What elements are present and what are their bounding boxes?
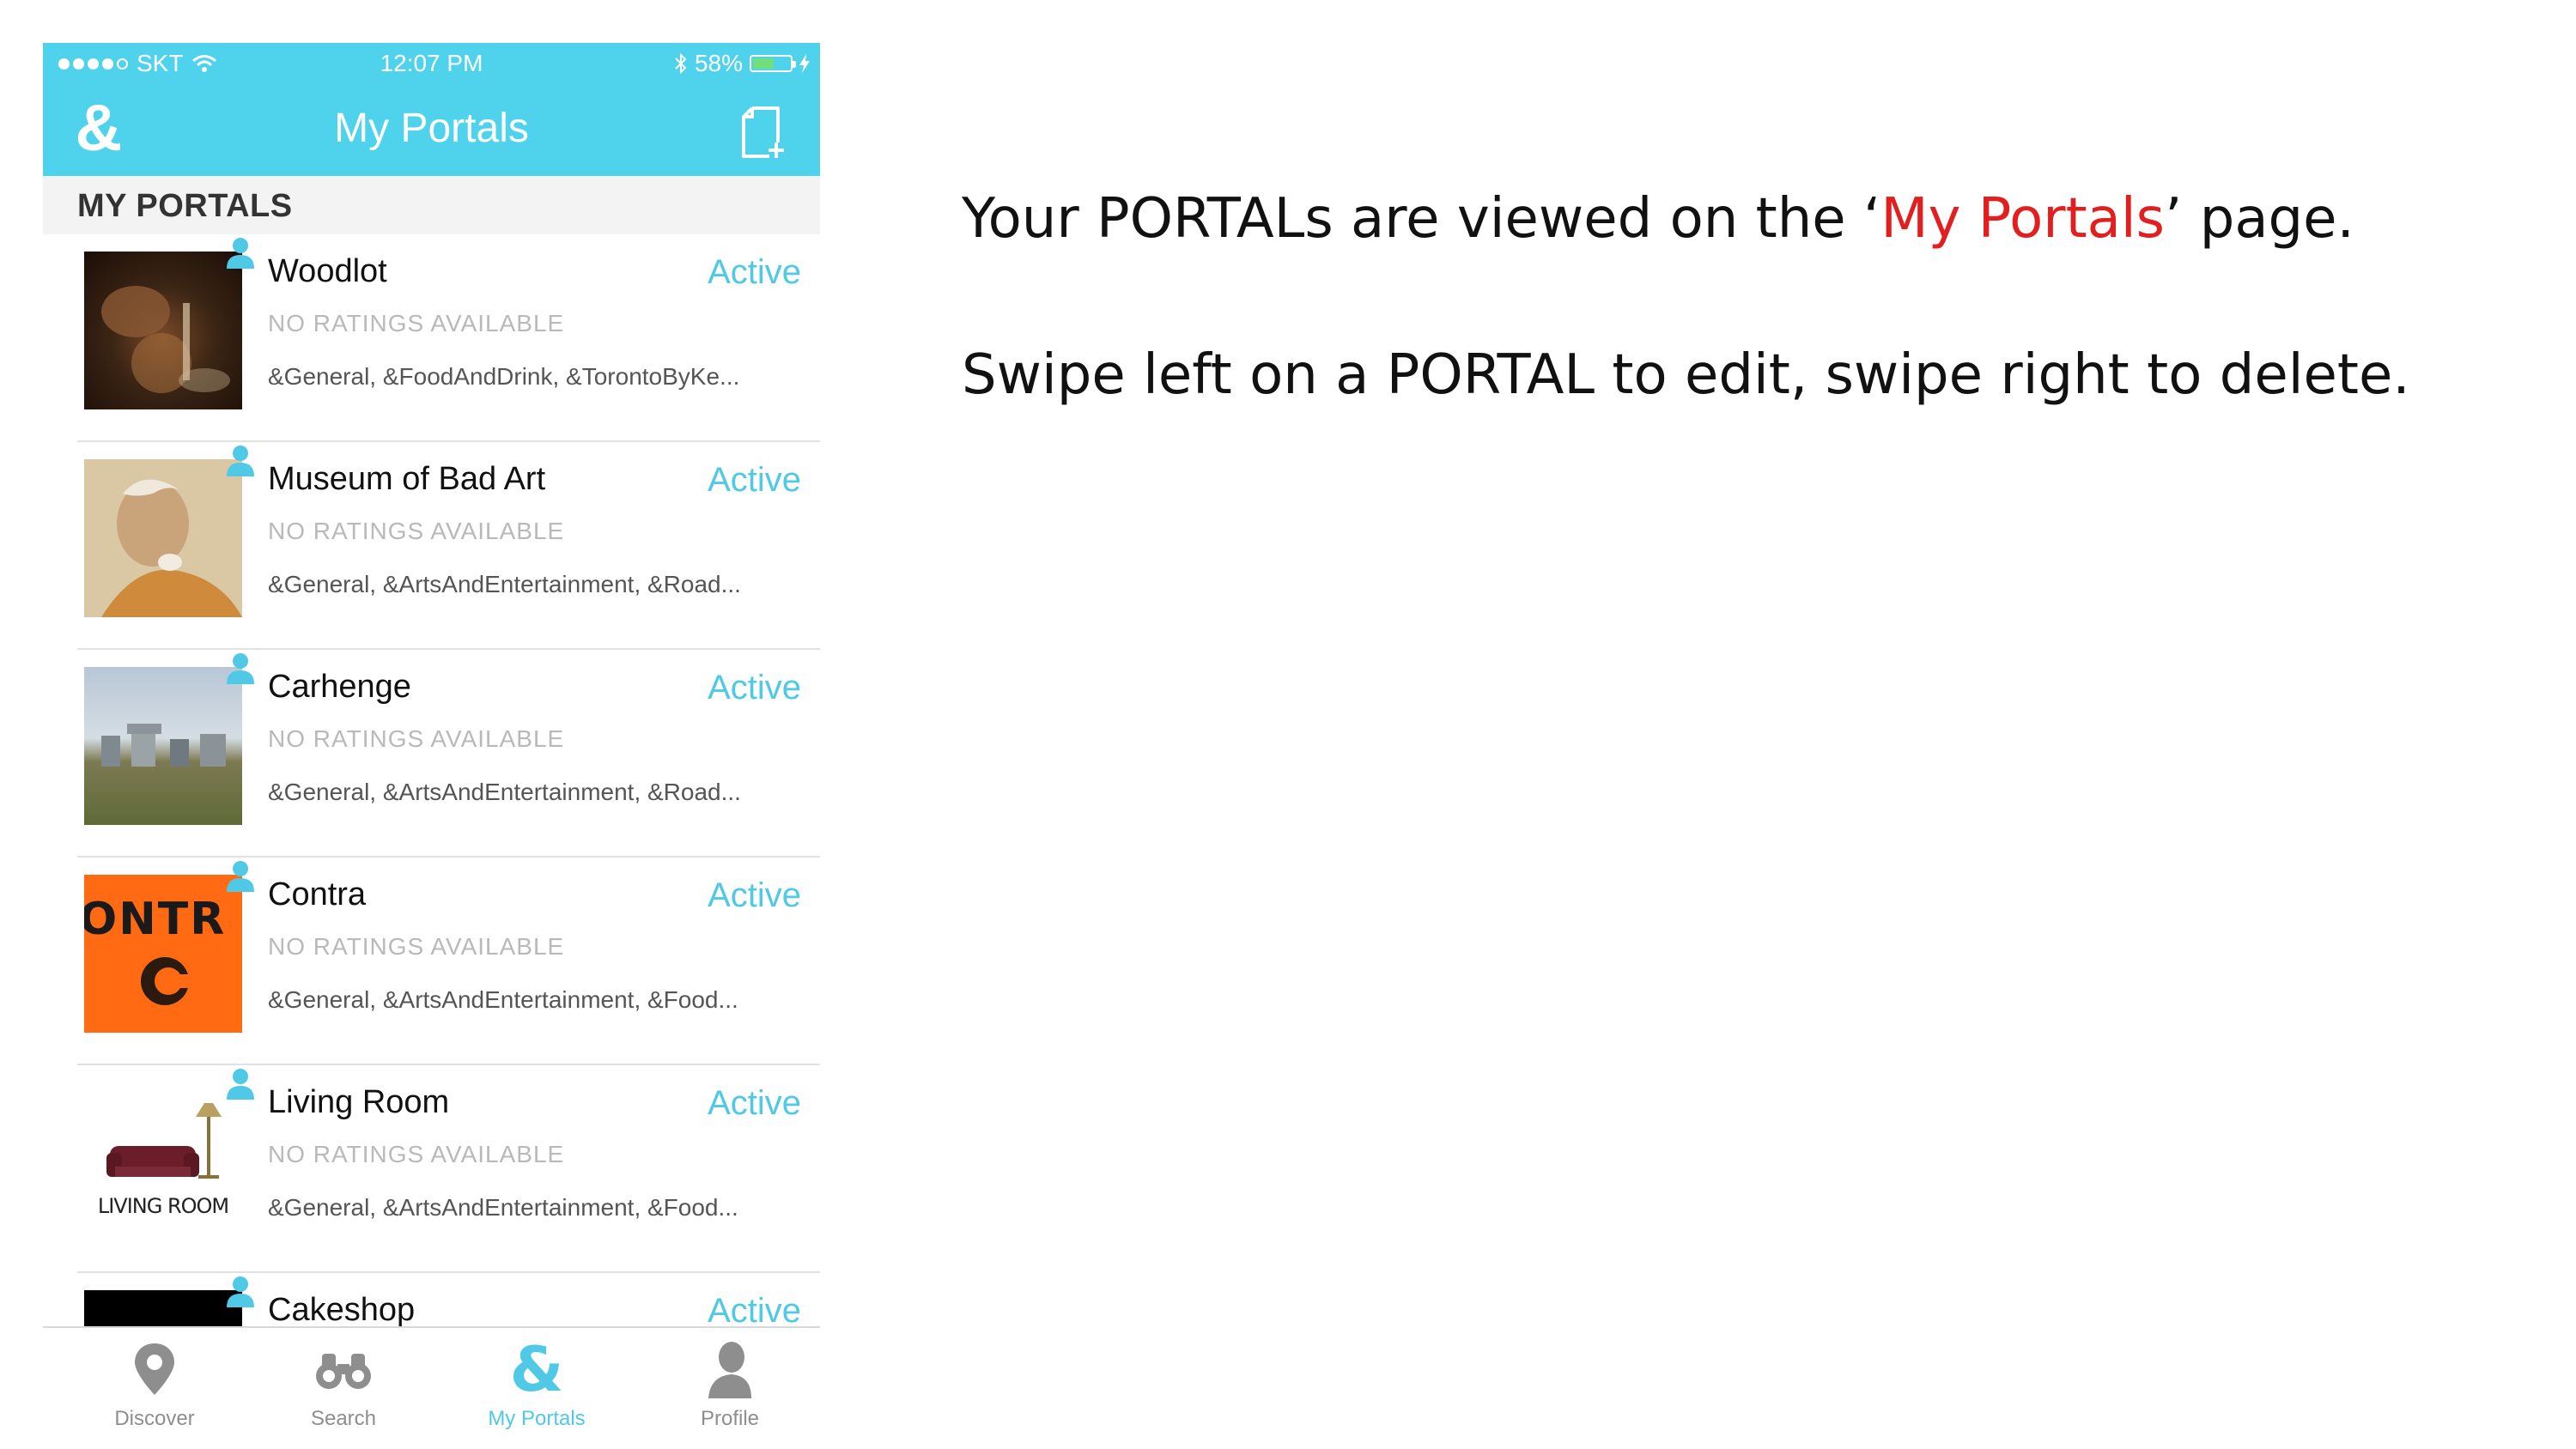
portal-row-carhenge[interactable]: Carhenge Active NO RATINGS AVAILABLE &Ge… bbox=[43, 650, 820, 858]
contra-c-logo-icon bbox=[141, 957, 192, 1005]
phone-screenshot: SKT 12:07 PM 58% & My Portals MY PORTALS… bbox=[43, 43, 820, 1449]
status-bar: SKT 12:07 PM 58% bbox=[43, 43, 820, 86]
page-title: My Portals bbox=[334, 106, 529, 151]
portal-thumbnail bbox=[84, 459, 242, 617]
section-header: MY PORTALS bbox=[43, 176, 820, 234]
owner-person-icon bbox=[227, 861, 254, 892]
portal-rating: NO RATINGS AVAILABLE bbox=[268, 1141, 565, 1167]
portal-row-museum-of-bad-art[interactable]: Museum of Bad Art Active NO RATINGS AVAI… bbox=[43, 442, 820, 650]
living-room-logo-text: LIVING ROOM bbox=[97, 1194, 229, 1218]
portal-thumbnail: LIVING ROOM bbox=[84, 1082, 242, 1240]
battery-percent: 58% bbox=[694, 50, 743, 76]
caption-highlight: My Portals bbox=[1880, 187, 2165, 251]
portal-title: Contra bbox=[268, 876, 367, 912]
tab-profile[interactable]: Profile bbox=[644, 1338, 816, 1441]
portal-rating: NO RATINGS AVAILABLE bbox=[268, 725, 565, 752]
portal-thumbnail bbox=[84, 252, 242, 409]
portal-title: Cakeshop bbox=[268, 1292, 416, 1328]
portal-title: Carhenge bbox=[268, 669, 411, 705]
owner-person-icon bbox=[227, 238, 254, 269]
tab-my-portals[interactable]: & My Portals bbox=[451, 1338, 623, 1441]
portal-row-contra[interactable]: ONTR Contra Active NO RATINGS AVAILABLE … bbox=[43, 858, 820, 1065]
new-document-icon[interactable] bbox=[738, 105, 790, 160]
portal-tags: &General, &FoodAndDrink, &TorontoByKe... bbox=[268, 363, 740, 390]
instruction-caption: Your PORTALs are viewed on the ‘My Porta… bbox=[962, 180, 2507, 414]
caption-line-1: Your PORTALs are viewed on the ‘My Porta… bbox=[962, 180, 2507, 258]
portal-rating: NO RATINGS AVAILABLE bbox=[268, 933, 565, 960]
contra-logo-text: ONTR bbox=[84, 894, 227, 945]
person-icon bbox=[708, 1342, 751, 1398]
battery-icon bbox=[750, 55, 796, 72]
tab-search[interactable]: Search bbox=[258, 1338, 429, 1441]
portal-tags: &General, &ArtsAndEntertainment, &Food..… bbox=[268, 986, 738, 1013]
tab-discover[interactable]: Discover bbox=[69, 1338, 240, 1441]
tab-label: Profile bbox=[700, 1407, 760, 1430]
portal-status: Active bbox=[708, 1084, 801, 1122]
tab-label: Discover bbox=[114, 1407, 195, 1430]
owner-person-icon bbox=[227, 653, 254, 684]
portal-status: Active bbox=[708, 1292, 801, 1330]
portal-row-living-room[interactable]: LIVING ROOM Living Room Active NO RATING… bbox=[43, 1065, 820, 1273]
carhenge-photo-graphic bbox=[101, 724, 226, 767]
portal-status: Active bbox=[708, 461, 801, 499]
portal-title: Museum of Bad Art bbox=[268, 461, 546, 497]
bluetooth-icon bbox=[675, 52, 687, 75]
portal-status: Active bbox=[708, 876, 801, 914]
owner-person-icon bbox=[227, 446, 254, 476]
section-title: MY PORTALS bbox=[77, 188, 293, 224]
dinner-photo-graphic bbox=[101, 286, 230, 393]
portal-tags: &General, &ArtsAndEntertainment, &Road..… bbox=[268, 779, 741, 805]
top-bar: SKT 12:07 PM 58% & My Portals bbox=[43, 43, 820, 176]
ampersand-icon: & bbox=[509, 1333, 564, 1405]
binoculars-icon bbox=[316, 1354, 371, 1389]
tab-bar: Discover Search & My Portals Profile bbox=[43, 1326, 820, 1449]
portal-tags: &General, &ArtsAndEntertainment, &Food..… bbox=[268, 1194, 738, 1221]
painting-graphic bbox=[84, 459, 242, 617]
caption-line-1-end: ’ page. bbox=[2165, 187, 2354, 251]
navigation-bar: & My Portals bbox=[43, 86, 820, 176]
portal-title: Living Room bbox=[268, 1084, 450, 1120]
portal-rating: NO RATINGS AVAILABLE bbox=[268, 518, 565, 544]
charging-icon bbox=[799, 54, 810, 73]
tab-label: Search bbox=[310, 1407, 377, 1430]
portal-list[interactable]: Woodlot Active NO RATINGS AVAILABLE &Gen… bbox=[43, 234, 820, 1367]
portal-row-woodlot[interactable]: Woodlot Active NO RATINGS AVAILABLE &Gen… bbox=[43, 234, 820, 442]
portal-thumbnail: ONTR bbox=[84, 875, 242, 1033]
portal-tags: &General, &ArtsAndEntertainment, &Road..… bbox=[268, 571, 741, 597]
owner-person-icon bbox=[227, 1069, 254, 1100]
caption-line-2: Swipe left on a PORTAL to edit, swipe ri… bbox=[962, 343, 2410, 407]
caption-line-1-start: Your PORTALs are viewed on the ‘ bbox=[962, 187, 1881, 251]
owner-person-icon bbox=[227, 1276, 254, 1307]
portal-status: Active bbox=[708, 253, 801, 291]
tab-label: My Portals bbox=[488, 1407, 586, 1430]
portal-thumbnail bbox=[84, 667, 242, 825]
portal-rating: NO RATINGS AVAILABLE bbox=[268, 310, 565, 336]
status-right: 58% bbox=[674, 50, 810, 77]
map-pin-icon bbox=[135, 1343, 174, 1395]
portal-title: Woodlot bbox=[268, 253, 387, 289]
portal-status: Active bbox=[708, 669, 801, 706]
